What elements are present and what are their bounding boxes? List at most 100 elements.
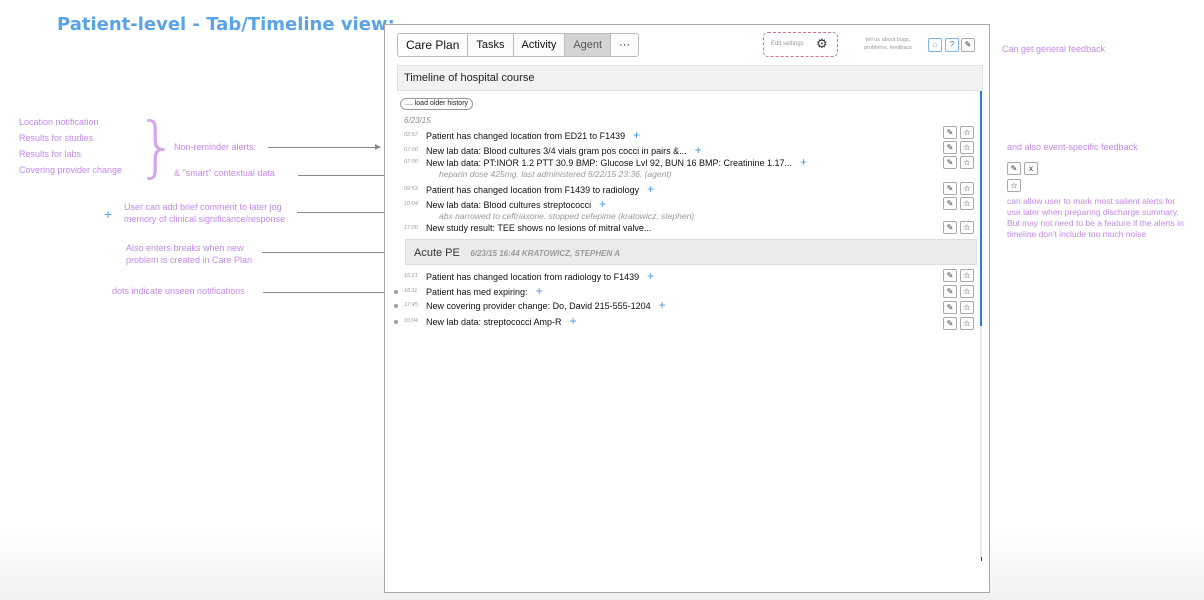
star-icon: ☆ <box>963 271 971 280</box>
feedback-button[interactable]: ✎ <box>943 285 957 298</box>
help-button[interactable]: ? <box>945 38 959 52</box>
entry-note: heparin dose 425mg. last administered 6/… <box>439 169 672 179</box>
star-icon: ☆ <box>963 158 971 167</box>
entry-text: Patient has med expiring: + <box>426 285 543 299</box>
star-button[interactable]: ☆ <box>960 182 974 195</box>
unseen-dot <box>394 304 398 308</box>
problem-break-header: Acute PE 6/23/15 16:44 KRATOWICZ, STEPHE… <box>405 239 977 265</box>
tab-activity[interactable]: Activity <box>513 34 566 56</box>
arrow-icon <box>268 144 381 150</box>
unseen-dot <box>394 320 398 324</box>
entry-time: 10:04 <box>404 318 418 324</box>
add-comment-icon[interactable]: + <box>659 298 666 312</box>
edit-settings-button[interactable]: Edit settings ⚙ <box>763 32 838 57</box>
add-comment-icon[interactable]: + <box>647 269 654 283</box>
speech-bubble-icon: ✎ <box>946 303 954 312</box>
star-button[interactable]: ☆ <box>960 156 974 169</box>
annotation-breaks-line: problem is created in Care Plan <box>126 255 253 265</box>
timeline-note: heparin dose 425mg. last administered 6/… <box>385 168 991 181</box>
add-comment-icon[interactable]: + <box>536 284 543 298</box>
scrollbar-end-mark <box>981 557 982 561</box>
add-comment-icon[interactable]: + <box>633 128 640 142</box>
timeline-heading: Timeline of hospital course <box>397 65 983 91</box>
problem-title: Acute PE <box>414 247 460 259</box>
add-comment-icon[interactable]: + <box>570 314 577 328</box>
feedback-button[interactable]: ✎ <box>943 182 957 195</box>
annotation-smart: & "smart" contextual data <box>174 168 275 178</box>
star-icon: ☆ <box>963 223 971 232</box>
annotation-breaks-line: Also enters breaks when new <box>126 243 244 253</box>
speech-bubble-icon: ✎ <box>946 199 954 208</box>
entry-text: New lab data: streptococci Amp-R + <box>426 315 577 329</box>
annotation-alert-type: Location notification <box>19 117 99 127</box>
annotation-event-feedback: and also event-specific feedback <box>1007 142 1138 152</box>
timeline-entry: 10:04 New lab data: streptococci Amp-R + <box>385 315 991 328</box>
gear-icon: ⚙ <box>816 36 828 51</box>
add-comment-icon[interactable]: + <box>647 182 654 196</box>
pencil-icon: ✎ <box>964 40 972 49</box>
feedback-button[interactable]: ✎ <box>943 126 957 139</box>
timeline-entry: 17:45 New covering provider change: Do, … <box>385 299 991 312</box>
star-button[interactable]: ☆ <box>960 197 974 210</box>
entry-time: 10:04 <box>404 201 418 207</box>
edit-button[interactable]: ✎ <box>961 38 975 52</box>
entry-label: New lab data: streptococci Amp-R <box>426 317 562 327</box>
annotation-salient-alerts: can allow user to mark most salient aler… <box>1007 196 1184 239</box>
star-button[interactable]: ☆ <box>960 317 974 330</box>
annotation-alert-types: Location notification Results for studie… <box>19 114 122 178</box>
entry-time: 07:00 <box>404 147 418 153</box>
add-comment-icon[interactable]: + <box>800 155 807 169</box>
entry-label: New lab data: Blood cultures streptococc… <box>426 200 592 210</box>
entry-label: New covering provider change: Do, David … <box>426 301 651 311</box>
speech-bubble-icon: ✎ <box>1010 164 1018 173</box>
star-button[interactable]: ☆ <box>960 221 974 234</box>
speech-bubble-icon: ✎ <box>946 287 954 296</box>
tab-agent[interactable]: Agent <box>565 34 612 56</box>
star-icon: ☆ <box>1010 181 1018 190</box>
entry-time: 17:00 <box>404 225 418 231</box>
brace-icon: } <box>136 108 178 185</box>
entry-label: New lab data: Blood cultures 3/4 vials g… <box>426 146 687 156</box>
tab-care-plan[interactable]: Care Plan <box>398 34 469 56</box>
annotation-dots: dots indicate unseen notifications <box>112 286 245 296</box>
annotation-comment: User can add brief comment to later jog … <box>124 201 285 225</box>
feedback-hint: tell us about bugs, problems, feedback <box>864 37 912 51</box>
star-button[interactable]: ☆ <box>960 301 974 314</box>
star-button[interactable]: ☆ <box>1007 179 1021 192</box>
speech-bubble-icon: ✎ <box>946 128 954 137</box>
user-feedback-button[interactable]: ⌂ <box>928 38 942 52</box>
star-button[interactable]: ☆ <box>960 141 974 154</box>
add-comment-icon[interactable]: + <box>695 143 702 157</box>
unseen-dot <box>394 290 398 294</box>
entry-text: Patient has changed location from ED21 t… <box>426 129 640 143</box>
dismiss-button[interactable]: x <box>1024 162 1038 175</box>
speech-bubble-icon: ✎ <box>946 223 954 232</box>
problem-meta: 6/23/15 16:44 KRATOWICZ, STEPHEN A <box>470 249 620 258</box>
speech-bubble-icon: ✎ <box>946 271 954 280</box>
plus-icon: + <box>104 206 113 222</box>
feedback-button[interactable]: ✎ <box>1007 162 1021 175</box>
feedback-button[interactable]: ✎ <box>943 141 957 154</box>
feedback-button[interactable]: ✎ <box>943 156 957 169</box>
annotation-general-feedback: Can get general feedback <box>1002 44 1106 54</box>
feedback-button[interactable]: ✎ <box>943 269 957 282</box>
entry-time: 16:11 <box>404 288 418 294</box>
speech-bubble-icon: ✎ <box>946 184 954 193</box>
star-button[interactable]: ☆ <box>960 126 974 139</box>
feedback-button[interactable]: ✎ <box>943 317 957 330</box>
feedback-button[interactable]: ✎ <box>943 197 957 210</box>
speech-bubble-icon: ✎ <box>946 143 954 152</box>
feedback-button[interactable]: ✎ <box>943 221 957 234</box>
star-button[interactable]: ☆ <box>960 285 974 298</box>
add-comment-icon[interactable]: + <box>599 197 606 211</box>
tab-tasks[interactable]: Tasks <box>468 34 514 56</box>
feedback-button[interactable]: ✎ <box>943 301 957 314</box>
annotation-alert-type: Results for studies <box>19 133 94 143</box>
entry-time: 17:45 <box>404 302 418 308</box>
tab-more[interactable]: ··· <box>611 34 639 56</box>
entry-label: Patient has changed location from radiol… <box>426 272 640 282</box>
star-button[interactable]: ☆ <box>960 269 974 282</box>
annotation-alert-type: Covering provider change <box>19 165 123 175</box>
timeline-entry: 15:21 Patient has changed location from … <box>385 270 991 283</box>
load-older-history-button[interactable]: .... load older history <box>400 98 474 110</box>
